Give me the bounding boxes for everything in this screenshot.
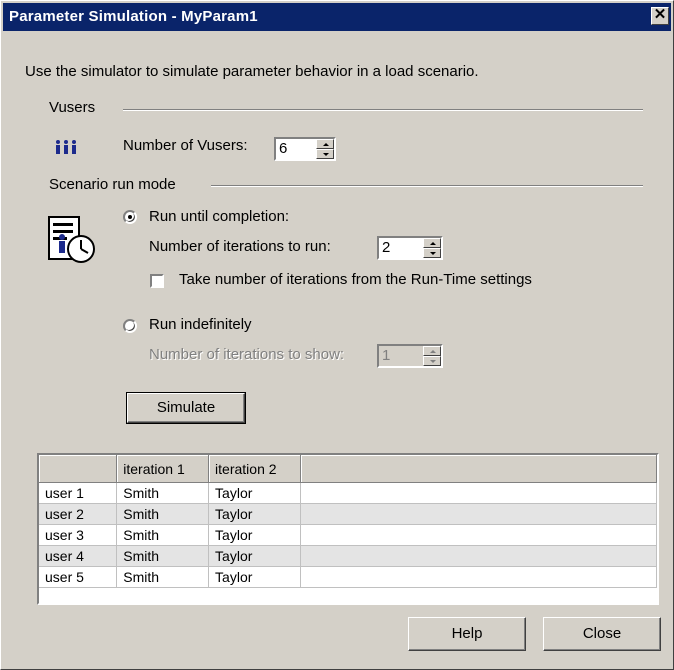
table-row[interactable]: user 3 Smith Taylor (39, 524, 657, 546)
run-mode-group-line (211, 185, 643, 187)
row-header: user 3 (39, 524, 118, 546)
table-cell (300, 524, 657, 546)
row-header: user 4 (39, 545, 118, 567)
help-button[interactable]: Help (408, 617, 526, 651)
scenario-schedule-icon (43, 211, 99, 267)
table-cell (300, 545, 657, 567)
table-row[interactable]: user 4 Smith Taylor (39, 545, 657, 567)
run-until-completion-radio[interactable] (123, 210, 137, 224)
spin-down-button (423, 356, 441, 366)
table-cell (300, 566, 657, 588)
close-icon: ✕ (653, 6, 667, 23)
runtime-settings-checkbox[interactable] (150, 274, 164, 288)
table-row[interactable]: user 5 Smith Taylor (39, 566, 657, 588)
vusers-icon (54, 139, 80, 155)
parameter-simulation-dialog: Parameter Simulation - MyParam1 ✕ Use th… (0, 0, 674, 670)
simulate-button[interactable]: Simulate (126, 392, 246, 424)
run-until-completion-label[interactable]: Run until completion: (149, 208, 289, 225)
row-header: user 5 (39, 566, 118, 588)
row-header: user 1 (39, 482, 118, 504)
run-indefinitely-radio[interactable] (123, 319, 137, 333)
table-cell[interactable]: Smith (116, 503, 210, 525)
table-cell[interactable]: Taylor (208, 503, 301, 525)
run-mode-group-label: Scenario run mode (49, 176, 176, 193)
grid-header-corner (39, 455, 118, 483)
table-cell[interactable]: Taylor (208, 524, 301, 546)
table-cell[interactable]: Taylor (208, 482, 301, 504)
table-cell[interactable]: Taylor (208, 566, 301, 588)
vusers-count-value[interactable]: 6 (279, 139, 287, 159)
column-header-filler (300, 455, 657, 483)
column-header-iteration-1[interactable]: iteration 1 (116, 455, 210, 483)
table-row[interactable]: user 1 Smith Taylor (39, 482, 657, 504)
spin-down-button[interactable] (316, 149, 334, 159)
grid-header-row: iteration 1 iteration 2 (39, 455, 657, 483)
spin-up-button[interactable] (316, 139, 334, 149)
iterations-to-show-value: 1 (382, 347, 391, 364)
table-cell[interactable]: Smith (116, 524, 210, 546)
runtime-settings-label[interactable]: Take number of iterations from the Run-T… (179, 271, 532, 288)
spin-up-button[interactable] (423, 238, 441, 248)
iterations-to-run-label: Number of iterations to run: (149, 238, 331, 255)
vusers-group-line (123, 109, 643, 111)
window-title: Parameter Simulation - MyParam1 (9, 8, 258, 25)
table-cell[interactable]: Smith (116, 545, 210, 567)
table-cell (300, 482, 657, 504)
vusers-group-label: Vusers (49, 99, 96, 116)
table-row[interactable]: user 2 Smith Taylor (39, 503, 657, 525)
title-bar[interactable]: Parameter Simulation - MyParam1 ✕ (3, 3, 671, 31)
spin-up-button (423, 346, 441, 356)
vusers-count-spinner[interactable]: 6 (274, 137, 336, 161)
column-header-iteration-2[interactable]: iteration 2 (208, 455, 301, 483)
vusers-count-label: Number of Vusers: (123, 137, 248, 154)
iterations-to-run-value[interactable]: 2 (382, 238, 390, 258)
intro-text: Use the simulator to simulate parameter … (25, 63, 479, 80)
table-cell[interactable]: Smith (116, 566, 210, 588)
close-button[interactable]: Close (543, 617, 661, 651)
table-cell[interactable]: Taylor (208, 545, 301, 567)
iterations-to-show-spinner: 1 (377, 344, 443, 368)
iterations-to-show-label: Number of iterations to show: (149, 346, 345, 363)
table-cell (300, 503, 657, 525)
iterations-to-run-spinner[interactable]: 2 (377, 236, 443, 260)
row-header: user 2 (39, 503, 118, 525)
simulation-results-grid[interactable]: iteration 1 iteration 2 user 1 Smith Tay… (37, 453, 659, 605)
table-cell[interactable]: Smith (116, 482, 210, 504)
close-window-button[interactable]: ✕ (651, 7, 669, 25)
spin-down-button[interactable] (423, 248, 441, 258)
run-indefinitely-label[interactable]: Run indefinitely (149, 316, 252, 333)
